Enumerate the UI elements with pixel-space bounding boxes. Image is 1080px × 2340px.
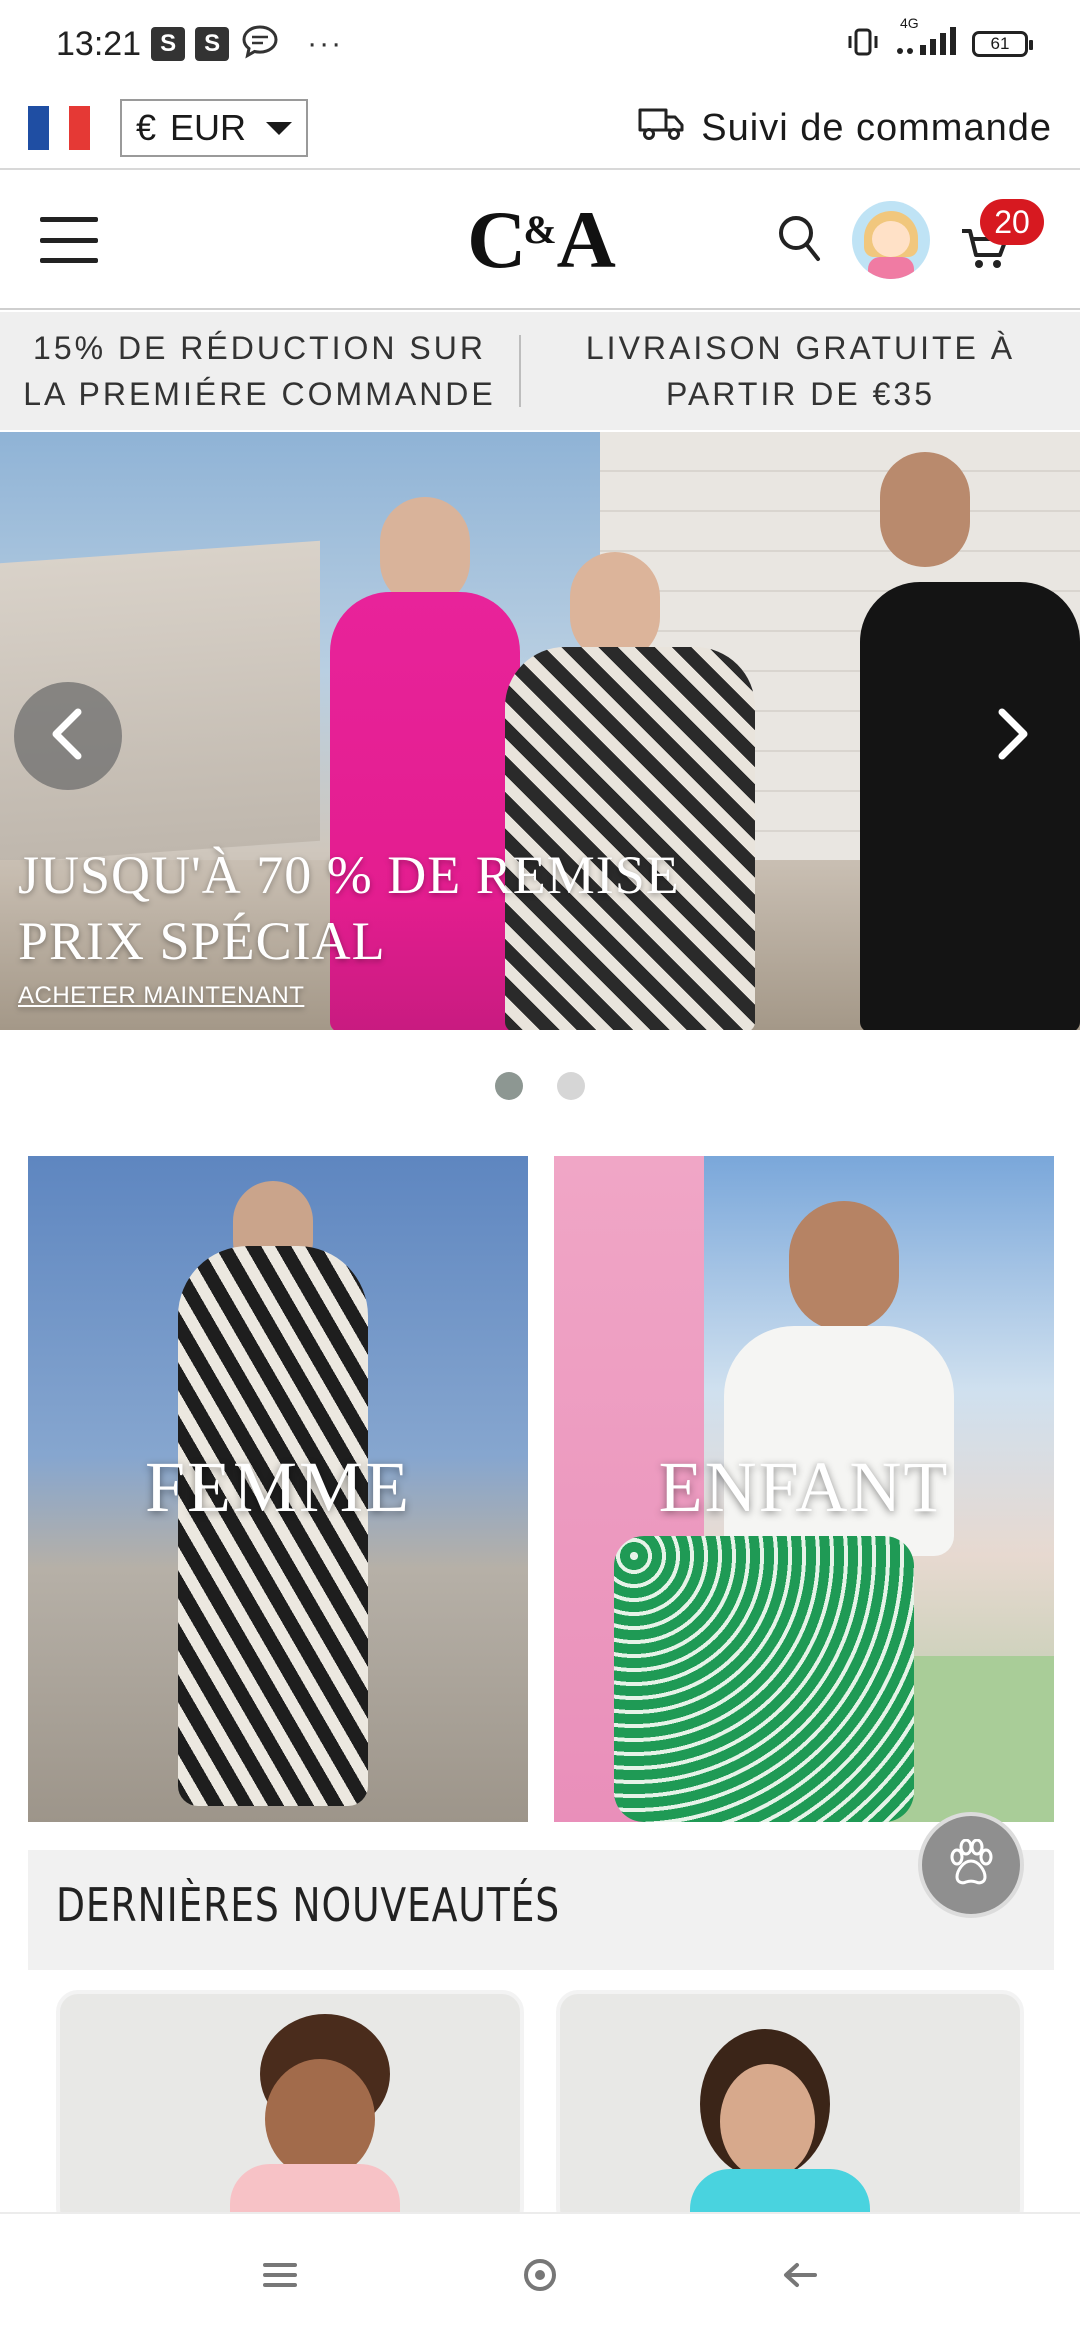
- hero-model-black-jumpsuit: [860, 582, 1080, 1030]
- nav-back-button[interactable]: [770, 2247, 830, 2307]
- nav-menu-button[interactable]: [250, 2247, 310, 2307]
- country-flag[interactable]: [28, 106, 91, 150]
- new-arrivals-title: DERNIÈRES NOUVEAUTÉS: [56, 1878, 561, 1932]
- new-arrivals-carousel: [28, 1970, 1054, 2230]
- category-tile-femme[interactable]: FEMME: [28, 1156, 528, 1822]
- caret-down-icon: [266, 121, 293, 135]
- vibrate-icon: [846, 27, 880, 62]
- product-card[interactable]: [56, 1990, 524, 2230]
- product-image-face: [265, 2059, 375, 2179]
- enfant-model-head: [789, 1201, 899, 1331]
- status-bar: 13:21 S S ··· 4G 61: [0, 0, 1080, 88]
- hero-model-1-head: [380, 497, 470, 607]
- hero-title-line1: JUSQU'À 70 % DE REMISE: [18, 845, 680, 905]
- carousel-dots: [0, 1072, 1080, 1100]
- hero-carousel[interactable]: JUSQU'À 70 % DE REMISE PRIX SPÉCIAL ACHE…: [0, 432, 1080, 1030]
- carousel-prev-button[interactable]: [14, 682, 122, 790]
- carousel-dot-1[interactable]: [495, 1072, 523, 1100]
- category-label-femme: FEMME: [144, 1447, 412, 1527]
- enfant-model-pants: [614, 1536, 914, 1822]
- product-image-face: [720, 2064, 815, 2179]
- currency-selector[interactable]: € EUR: [120, 99, 309, 157]
- notification-badge-s2: S: [195, 27, 230, 61]
- back-arrow-icon: [782, 2260, 818, 2295]
- system-nav-bar: [0, 2212, 1080, 2340]
- carousel-dot-2[interactable]: [557, 1072, 585, 1100]
- avatar-body: [868, 257, 914, 279]
- status-time: 13:21: [56, 24, 142, 63]
- cart-button[interactable]: 20: [960, 199, 1044, 275]
- brand-logo[interactable]: C&A: [467, 193, 616, 287]
- avatar-face: [872, 221, 910, 257]
- chevron-right-icon: [992, 708, 1032, 765]
- promo-first-order[interactable]: 15% DE RÉDUCTION SUR LA PREMIÉRE COMMAND…: [0, 325, 519, 417]
- nav-home-button[interactable]: [510, 2247, 570, 2307]
- truck-icon: [637, 104, 685, 152]
- hamburger-menu-icon[interactable]: [40, 217, 98, 263]
- network-type: 4G: [900, 14, 919, 31]
- site-header: C&A 20: [0, 172, 1080, 310]
- message-icon: [241, 24, 279, 65]
- promo-free-shipping[interactable]: LIVRAISON GRATUITE À PARTIR DE €35: [521, 325, 1080, 417]
- promo-strip: 15% DE RÉDUCTION SUR LA PREMIÉRE COMMAND…: [0, 312, 1080, 430]
- new-arrivals-section: DERNIÈRES NOUVEAUTÉS: [28, 1850, 1054, 2230]
- signal-icon: 4G: [894, 15, 958, 62]
- category-tile-enfant[interactable]: ENFANT: [554, 1156, 1054, 1822]
- search-icon[interactable]: [776, 213, 822, 268]
- account-avatar[interactable]: [852, 201, 930, 279]
- logo-ampersand: &: [523, 207, 557, 252]
- order-tracking-label: Suivi de commande: [701, 106, 1052, 149]
- logo-letter-c: C: [467, 194, 526, 285]
- battery-indicator: 61: [972, 31, 1033, 57]
- currency-symbol: €: [136, 107, 157, 148]
- hero-cta-link[interactable]: ACHETER MAINTENANT: [18, 982, 680, 1010]
- notification-badge-s1: S: [151, 27, 186, 61]
- chevron-left-icon: [48, 708, 88, 765]
- currency-code: EUR: [170, 107, 247, 148]
- status-right: 4G 61: [846, 15, 1033, 62]
- logo-letter-a: A: [556, 194, 616, 285]
- hero-model-2-head: [570, 552, 660, 662]
- carousel-next-button[interactable]: [958, 682, 1066, 790]
- cart-count-badge: 20: [980, 199, 1044, 245]
- category-label-enfant: ENFANT: [658, 1447, 950, 1527]
- header-actions: 20: [776, 199, 1044, 279]
- home-circle-icon: [522, 2257, 558, 2298]
- flag-stripe-blue: [28, 106, 49, 150]
- hero-model-3-head: [880, 452, 970, 567]
- hero-title-line2: PRIX SPÉCIAL: [18, 911, 386, 971]
- product-card[interactable]: [556, 1990, 1024, 2230]
- paw-icon: [946, 1838, 996, 1892]
- order-tracking-link[interactable]: Suivi de commande: [637, 104, 1052, 152]
- flag-stripe-red: [69, 106, 91, 150]
- utility-bar: € EUR Suivi de commande: [0, 88, 1080, 170]
- status-more-dots: ···: [307, 27, 344, 60]
- floating-assistant-button[interactable]: [918, 1812, 1024, 1918]
- hero-text: JUSQU'À 70 % DE REMISE PRIX SPÉCIAL ACHE…: [18, 842, 680, 1010]
- flag-stripe-white: [48, 106, 70, 150]
- menu-lines-icon: [263, 2261, 297, 2294]
